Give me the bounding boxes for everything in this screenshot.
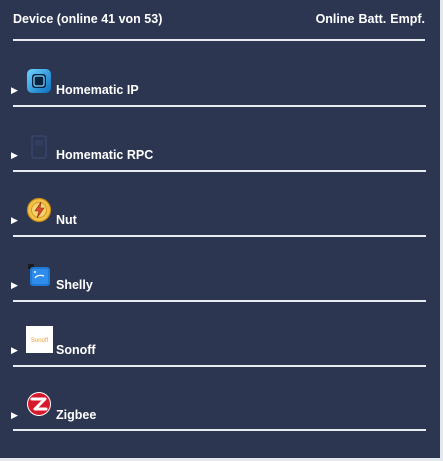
group-sonoff[interactable]: ▶ Sonoff Sonoff [0,326,440,367]
header-divider [13,39,425,41]
column-online: Online [315,12,355,26]
expand-arrow-icon[interactable]: ▶ [11,345,18,356]
zigbee-icon [26,391,52,417]
column-signal: Empf. [390,12,425,26]
expand-arrow-icon[interactable]: ▶ [11,280,18,291]
group-divider [13,170,426,172]
group-divider [13,235,426,237]
group-label: Homematic IP [56,83,139,97]
group-label: Nut [56,213,77,227]
sonoff-icon: Sonoff [26,326,53,353]
group-label: Homematic RPC [56,148,154,162]
group-label: Sonoff [56,343,96,357]
device-list-header: Device (online 41 von 53) Online Batt. Emp… [13,12,425,30]
group-divider [13,365,426,367]
group-shelly[interactable]: ▶ Shelly [0,261,440,302]
group-homematic-rpc[interactable]: ▶ Homematic RPC [0,131,440,172]
group-label: Shelly [56,278,93,292]
column-headers: Online Batt. Empf. [312,12,425,26]
nut-icon [26,197,52,223]
group-zigbee[interactable]: ▶ Zigbee [0,391,440,431]
group-label: Zigbee [56,408,97,422]
homematic-rpc-icon [26,134,52,160]
group-nut[interactable]: ▶ Nut [0,196,440,237]
expand-arrow-icon[interactable]: ▶ [11,85,18,96]
shelly-icon [26,262,52,288]
expand-arrow-icon[interactable]: ▶ [11,150,18,161]
expand-arrow-icon[interactable]: ▶ [11,410,18,421]
device-count-title: Device (online 41 von 53) [13,12,163,26]
group-divider [13,429,426,431]
expand-arrow-icon[interactable]: ▶ [11,215,18,226]
group-homematic-ip[interactable]: ▶ Homematic IP [0,66,440,107]
homematic-ip-icon [26,68,52,94]
group-divider [13,105,426,107]
column-battery: Batt. [358,12,387,26]
sonoff-icon-text: Sonoff [31,338,49,344]
group-divider [13,300,426,302]
